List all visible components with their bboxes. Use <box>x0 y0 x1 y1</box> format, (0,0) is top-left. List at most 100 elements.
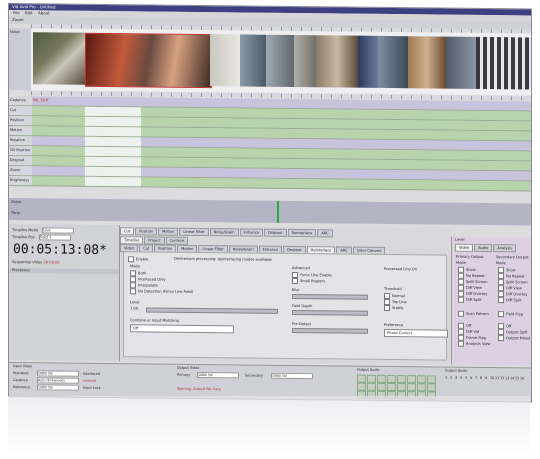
radio-icon[interactable] <box>498 297 504 304</box>
audio-route-button[interactable] <box>397 375 406 384</box>
primary-field[interactable]: 1080i 50i <box>197 371 239 379</box>
tab-controls[interactable]: Controls <box>165 236 189 245</box>
ruler-tick <box>381 94 382 99</box>
timeline-pos-select[interactable]: Field 1 <box>38 234 71 241</box>
ruler-tick <box>71 91 72 96</box>
threshold-option-label: Stable <box>392 306 404 311</box>
standard-field[interactable]: 1080i 50i <box>37 370 79 377</box>
scan-pattern-row[interactable]: Scan Pattern <box>458 310 489 317</box>
audio-route-button[interactable] <box>367 374 376 383</box>
option-label: Diff Overlay <box>506 292 528 297</box>
audio-route-button[interactable] <box>417 383 426 392</box>
enable-checkbox[interactable] <box>128 256 134 263</box>
secondary-field[interactable]: 1080i 50i <box>271 372 313 380</box>
ruler-tick <box>521 96 522 101</box>
blur-slider[interactable] <box>292 293 368 300</box>
threshold-stable[interactable]: Stable <box>384 304 404 312</box>
tab-cut[interactable]: Cut <box>120 227 135 236</box>
audio-route-button[interactable] <box>357 374 366 383</box>
tab-linear-filter[interactable]: Linear Filter <box>179 227 209 237</box>
small-regions-row[interactable]: Small Regions <box>292 277 325 285</box>
output-video-title: Output Video <box>177 365 200 371</box>
mode-option-no-detection[interactable]: No Detection (Force Line Field) <box>130 288 193 295</box>
clip-thumbnail[interactable] <box>33 32 85 85</box>
deinterlace-note: Deinterlace processing: deinterlacing mo… <box>174 256 272 262</box>
tab-motion[interactable]: Motion <box>158 227 179 236</box>
menu-about[interactable]: About <box>38 10 50 15</box>
clip-thumbnail[interactable] <box>446 36 476 89</box>
radio-icon[interactable] <box>384 304 390 312</box>
ruler-tick <box>191 92 192 97</box>
audio-route-button[interactable] <box>407 383 416 392</box>
audio-route-button[interactable] <box>427 383 436 392</box>
clip-thumbnail[interactable] <box>210 34 240 87</box>
primary-option[interactable]: Diff Split <box>458 296 481 303</box>
checkbox-icon[interactable] <box>458 340 464 347</box>
clip-thumbnail[interactable] <box>316 35 358 88</box>
combine-dropdown[interactable]: Off <box>130 324 234 334</box>
dual-option[interactable]: Analysis View <box>458 340 490 347</box>
clip-thumbnail[interactable] <box>85 32 212 89</box>
tab-enhance[interactable]: Enhance <box>239 228 264 237</box>
tab-position[interactable]: Position <box>135 227 158 236</box>
checkbox-icon[interactable] <box>498 335 504 342</box>
audio-route-button[interactable] <box>377 382 386 391</box>
clip-thumbnail[interactable] <box>266 34 294 87</box>
tab-level-audio[interactable]: Audio <box>474 243 493 253</box>
tab-arc[interactable]: ARC <box>317 229 333 238</box>
tab-deinterlace[interactable]: Deinterlace <box>287 228 317 238</box>
menu-edit[interactable]: Edit <box>25 10 33 15</box>
checkbox-icon[interactable] <box>458 310 464 317</box>
checkbox-icon[interactable] <box>292 277 298 285</box>
field-depth-slider[interactable] <box>292 309 368 316</box>
field-flag-row[interactable]: Field Flag <box>498 311 523 318</box>
tab-noise-grain[interactable]: Noise/Grain <box>209 228 239 237</box>
ruler-tick <box>231 93 232 98</box>
audio-route-button[interactable] <box>387 382 396 392</box>
cadence-field[interactable]: Auto (Enhanced) <box>37 377 79 384</box>
checkbox-icon[interactable] <box>498 311 504 318</box>
audio-route-button[interactable] <box>367 382 376 391</box>
overview-label-time: Time <box>11 211 20 216</box>
playhead-marker[interactable] <box>277 200 279 223</box>
tab-level-video[interactable]: Video <box>455 243 474 252</box>
audio-route-button[interactable] <box>397 383 406 392</box>
level-slider[interactable] <box>146 307 278 314</box>
clip-thumbnail[interactable] <box>358 35 378 88</box>
audio-route-button[interactable] <box>357 382 366 391</box>
timeline-pos-row: Timeline Pos Field 1 <box>12 234 71 241</box>
clip-thumbnail[interactable] <box>240 34 266 87</box>
tab-project[interactable]: Project <box>144 236 165 245</box>
pre-detect-slider[interactable] <box>292 327 368 334</box>
reference-field[interactable]: 1080i 50i <box>37 384 79 391</box>
ruler-tick <box>501 96 502 101</box>
radio-icon[interactable] <box>130 288 136 295</box>
timeline-overview[interactable]: Zoom Time <box>9 198 531 226</box>
tab-dropout[interactable]: Dropout <box>264 228 287 237</box>
ruler-tick <box>451 95 452 100</box>
tab-timeline[interactable]: Timeline <box>120 236 144 245</box>
option-label: Diff Vid <box>466 329 480 334</box>
clip-thumbnail[interactable] <box>476 36 531 90</box>
audio-route-button[interactable] <box>377 374 386 383</box>
audio-route-button[interactable] <box>427 375 436 384</box>
clip-thumbnail[interactable] <box>408 36 446 89</box>
timeline-mode-select[interactable]: Live <box>42 227 75 234</box>
split-option[interactable]: Output Mixed <box>498 335 530 342</box>
audio-route-button[interactable] <box>407 375 416 384</box>
radio-icon[interactable] <box>458 296 464 303</box>
secondary-option[interactable]: Diff Split <box>498 297 521 304</box>
standard-label: Standard <box>13 371 29 376</box>
clip-thumbnail[interactable] <box>378 35 408 89</box>
audio-route-button[interactable] <box>387 374 396 384</box>
preference-dropdown[interactable]: Phase Correct <box>384 328 448 338</box>
threshold-option-label: Normal <box>392 294 406 299</box>
ruler-tick <box>101 91 102 96</box>
enable-checkbox-row[interactable]: Enable <box>128 256 148 263</box>
video-track[interactable]: Video <box>9 28 531 96</box>
ruler-tick <box>281 93 282 98</box>
menu-file[interactable]: File <box>13 10 20 15</box>
clip-thumbnail[interactable] <box>294 34 316 88</box>
audio-route-button[interactable] <box>417 375 426 384</box>
tab-level-analysis[interactable]: Analysis <box>493 244 517 253</box>
